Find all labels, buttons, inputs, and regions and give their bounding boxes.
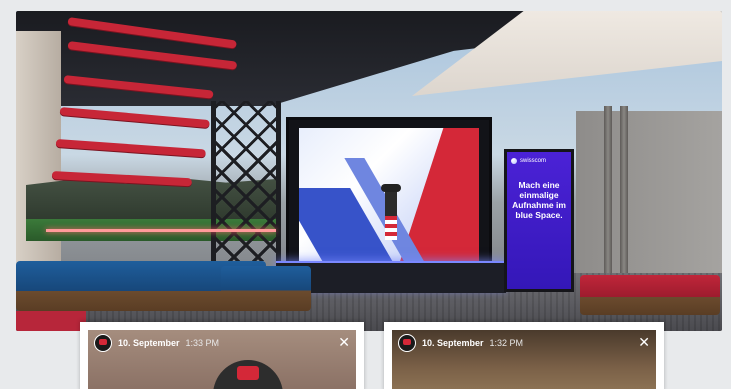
nrj-logo-icon <box>94 334 112 352</box>
billboard-headline: Mach eine einmalige Aufnahme im blue Spa… <box>512 180 566 220</box>
screenshot-frame: swisscom Mach eine einmalige Aufnahme im… <box>0 0 731 389</box>
story-time: 1:32 PM <box>489 338 524 348</box>
red-sofa <box>16 311 86 331</box>
avatar-legs <box>385 216 397 240</box>
pipe <box>620 106 628 286</box>
pipe <box>604 106 612 286</box>
blue-space-booth <box>286 117 492 283</box>
story-time: 1:33 PM <box>185 338 220 348</box>
virtual-room-scene: swisscom Mach eine einmalige Aufnahme im… <box>16 11 722 331</box>
story-card[interactable]: 10. September 1:32 PM ✕ <box>384 322 664 389</box>
story-card[interactable]: 10. September 1:33 PM ✕ <box>80 322 364 389</box>
billboard-brand-label: swisscom <box>520 158 547 164</box>
story-content: 10. September 1:33 PM ✕ <box>88 330 356 389</box>
avatar-hat <box>381 184 401 192</box>
story-date: 10. September <box>422 338 484 348</box>
booth-interior <box>299 128 479 270</box>
close-icon[interactable]: ✕ <box>638 336 650 350</box>
blue-sofa <box>221 266 311 311</box>
steel-tower <box>211 101 281 261</box>
red-slat <box>55 139 206 158</box>
nrj-logo-icon <box>398 334 416 352</box>
story-header: 10. September 1:32 PM ✕ <box>398 334 650 352</box>
swisscom-billboard: swisscom Mach eine einmalige Aufnahme im… <box>504 149 574 292</box>
story-header: 10. September 1:33 PM ✕ <box>94 334 350 352</box>
story-content: 10. September 1:32 PM ✕ <box>392 330 656 389</box>
billboard-brand: swisscom <box>511 158 567 164</box>
neon-light-strip <box>46 229 276 232</box>
red-sofa <box>580 275 720 315</box>
player-avatar <box>381 184 401 244</box>
red-slat <box>59 107 210 129</box>
story-date: 10. September <box>118 338 180 348</box>
close-icon[interactable]: ✕ <box>338 336 350 350</box>
right-wall <box>576 111 722 281</box>
avatar-body <box>385 192 397 216</box>
swisscom-logo-icon <box>511 158 517 164</box>
